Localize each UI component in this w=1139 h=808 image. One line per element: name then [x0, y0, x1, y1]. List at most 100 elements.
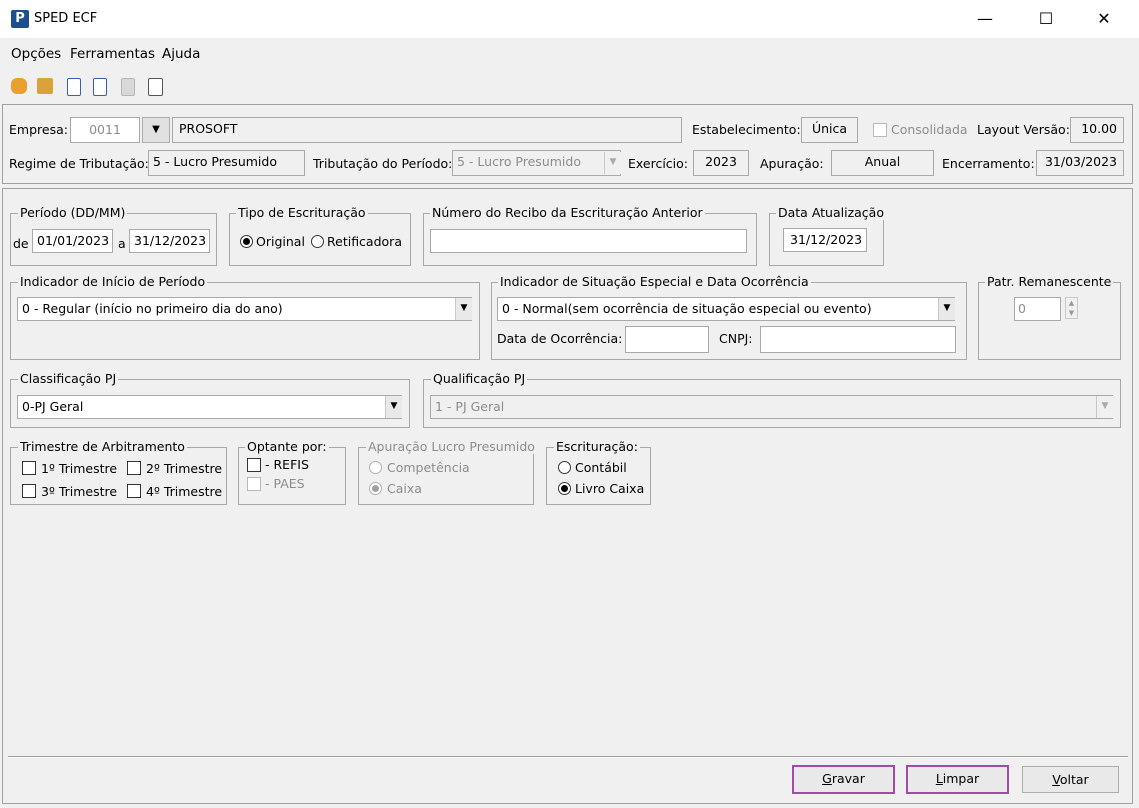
chevron-down-icon[interactable]: ▼: [385, 396, 402, 418]
chevron-down-icon: ▼: [1096, 396, 1113, 418]
spinner-arrows-icon: ▲ ▼: [1065, 297, 1078, 319]
trimestre-3-checkbox[interactable]: [22, 484, 36, 498]
trimestre-1-label: 1º Trimestre: [41, 461, 118, 476]
cnpj-label: CNPJ:: [719, 331, 753, 346]
chevron-down-icon: ▼: [604, 152, 621, 174]
estabelecimento-field: Única: [801, 117, 858, 143]
voltar-accesskey: V: [1052, 772, 1060, 787]
indicador-inicio-group: [10, 282, 480, 360]
patr-remanescente-legend: Patr. Remanescente: [985, 274, 1114, 289]
empresa-label: Empresa:: [9, 122, 68, 137]
app-logo-icon: P: [11, 10, 29, 28]
apuracao-field: Anual: [831, 150, 934, 176]
gravar-button[interactable]: Gravar: [792, 765, 895, 794]
encerramento-field: 31/03/2023: [1036, 150, 1124, 176]
copy-document-icon[interactable]: [148, 78, 163, 96]
trimestre-4-checkbox[interactable]: [127, 484, 141, 498]
menu-ferramentas[interactable]: Ferramentas: [70, 46, 155, 62]
limpar-label: impar: [942, 771, 980, 786]
recibo-legend: Número do Recibo da Escrituração Anterio…: [430, 205, 705, 220]
cnpj-input[interactable]: [760, 326, 956, 353]
toolbar: [0, 70, 1139, 102]
chevron-down-icon[interactable]: ▼: [142, 117, 170, 143]
title-bar: P SPED ECF — ☐ ✕: [0, 0, 1139, 38]
empresa-name-field: PROSOFT: [172, 117, 682, 143]
minimize-button[interactable]: —: [962, 0, 1008, 38]
caixa-label: Caixa: [387, 481, 422, 496]
layout-versao-field: 10.00: [1070, 117, 1124, 143]
apuracao-lp-legend: Apuração Lucro Presumido: [366, 439, 537, 454]
document-search-icon[interactable]: [93, 78, 107, 96]
exercicio-label: Exercício:: [628, 156, 689, 171]
data-ocorrencia-input[interactable]: [625, 326, 709, 353]
footer-separator: [8, 756, 1128, 758]
original-label: Original: [256, 234, 305, 249]
chevron-down-icon[interactable]: ▼: [938, 298, 955, 320]
de-label: de: [13, 236, 29, 251]
escrituracao-group: [546, 447, 651, 505]
classificacao-pj-legend: Classificação PJ: [18, 371, 119, 386]
livro-caixa-label: Livro Caixa: [575, 481, 645, 496]
retificadora-radio[interactable]: [311, 235, 324, 248]
qualificacao-pj-legend: Qualificação PJ: [431, 371, 528, 386]
tributacao-field: 5 - Lucro Presumido: [452, 150, 621, 176]
retificadora-label: Retificadora: [327, 234, 402, 249]
voltar-label: oltar: [1059, 772, 1089, 787]
voltar-button[interactable]: Voltar: [1022, 766, 1119, 793]
patr-remanescente-group: [978, 282, 1121, 360]
hand-icon[interactable]: [11, 78, 27, 94]
tributacao-label: Tributação do Período:: [313, 156, 453, 171]
periodo-a-input[interactable]: 31/12/2023: [129, 229, 210, 253]
limpar-accesskey: L: [935, 771, 943, 786]
trimestre-4-label: 4º Trimestre: [146, 484, 223, 499]
document-icon[interactable]: [67, 78, 81, 96]
empresa-code-field[interactable]: 0011: [70, 117, 140, 143]
close-button[interactable]: ✕: [1081, 0, 1127, 38]
original-radio[interactable]: [240, 235, 253, 248]
paes-checkbox: [247, 477, 261, 491]
indicador-inicio-select[interactable]: 0 - Regular (início no primeiro dia do a…: [17, 297, 472, 321]
regime-field: 5 - Lucro Presumido: [148, 150, 305, 176]
trimestre-1-checkbox[interactable]: [22, 461, 36, 475]
menu-ajuda[interactable]: Ajuda: [162, 46, 200, 62]
trimestre-2-checkbox[interactable]: [127, 461, 141, 475]
disabled-document-icon: [121, 78, 135, 96]
a-label: a: [118, 236, 126, 251]
trimestre-3-label: 3º Trimestre: [41, 484, 118, 499]
livro-caixa-radio[interactable]: [558, 482, 571, 495]
situacao-especial-select[interactable]: 0 - Normal(sem ocorrência de situação es…: [497, 297, 955, 321]
competencia-radio: [369, 461, 382, 474]
classificacao-pj-select[interactable]: 0-PJ Geral: [17, 395, 402, 419]
optante-legend: Optante por:: [245, 439, 329, 454]
trimestre-legend: Trimestre de Arbitramento: [18, 439, 187, 454]
chevron-down-icon[interactable]: ▼: [455, 298, 472, 320]
situacao-especial-legend: Indicador de Situação Especial e Data Oc…: [498, 274, 811, 289]
escrituracao-legend: Escrituração:: [554, 439, 640, 454]
apuracao-label: Apuração:: [760, 156, 824, 171]
refis-label: - REFIS: [265, 457, 309, 472]
data-atualizacao-input[interactable]: 31/12/2023: [783, 228, 867, 252]
consolidada-label: Consolidada: [891, 122, 968, 137]
indicador-inicio-legend: Indicador de Início de Período: [18, 274, 208, 289]
contabil-radio[interactable]: [558, 461, 571, 474]
gravar-label: ravar: [831, 771, 865, 786]
maximize-button[interactable]: ☐: [1023, 0, 1069, 38]
open-folder-icon[interactable]: [37, 78, 53, 94]
window-title: SPED ECF: [34, 11, 98, 26]
paes-label: - PAES: [265, 476, 305, 491]
caixa-radio: [369, 482, 382, 495]
refis-checkbox[interactable]: [247, 458, 261, 472]
limpar-button[interactable]: Limpar: [906, 765, 1009, 794]
consolidada-checkbox: [873, 123, 887, 137]
patr-remanescente-input: 0: [1014, 297, 1061, 321]
menu-opcoes[interactable]: Opções: [11, 46, 61, 62]
tipo-escrituracao-legend: Tipo de Escrituração: [236, 205, 368, 220]
exercicio-field: 2023: [693, 150, 749, 176]
gravar-accesskey: G: [822, 771, 832, 786]
recibo-input[interactable]: [430, 229, 747, 253]
estabelecimento-label: Estabelecimento:: [692, 122, 801, 137]
data-ocorrencia-label: Data de Ocorrência:: [497, 331, 623, 346]
periodo-de-input[interactable]: 01/01/2023: [32, 229, 113, 253]
contabil-label: Contábil: [575, 460, 627, 475]
encerramento-label: Encerramento:: [942, 156, 1035, 171]
